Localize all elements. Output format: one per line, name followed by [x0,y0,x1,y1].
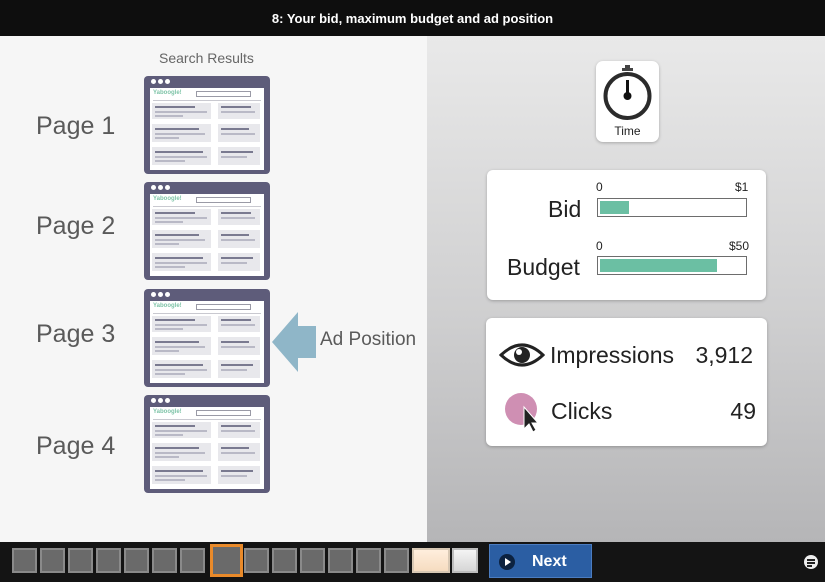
search-box [196,197,251,203]
navigation-bar: Next [0,542,825,582]
search-page-screen: Yaboogle! [150,194,264,276]
slide-thumbnail-15[interactable] [412,548,450,573]
slide-thumbnail-9[interactable] [244,548,269,573]
impressions-label: Impressions [550,342,674,368]
search-page-screen: Yaboogle! [150,301,264,383]
search-page-thumbnail: Yaboogle! [144,395,270,493]
bid-meter [597,198,747,217]
eye-icon [499,343,545,367]
arrow-right-icon [499,554,515,570]
search-box [196,410,251,416]
menu-button[interactable] [804,555,818,569]
search-results-label: Search Results [159,50,254,66]
window-dots-icon [151,185,170,191]
stopwatch-icon [603,65,652,120]
slide-thumbnail-10[interactable] [272,548,297,573]
budget-min-label: 0 [596,239,603,253]
impressions-value: 3,912 [695,342,753,368]
page-3-label: Page 3 [36,320,116,348]
budget-meter [597,256,747,275]
next-button[interactable]: Next [489,544,592,578]
budget-meter-fill [600,259,717,272]
slide-thumbnail-14[interactable] [384,548,409,573]
bid-meter-fill [600,201,629,214]
slide-thumbnail-16[interactable] [452,548,478,573]
timer-label: Time [614,124,641,138]
click-cursor-icon [505,393,540,433]
bid-max-label: $1 [735,180,749,194]
bid-min-label: 0 [596,180,603,194]
page-4-label: Page 4 [36,432,116,460]
clicks-label: Clicks [551,398,613,424]
brand-logo: Yaboogle! [153,90,182,96]
brand-logo: Yaboogle! [153,303,182,309]
brand-logo: Yaboogle! [153,409,182,415]
page-2-label: Page 2 [36,212,116,240]
bid-budget-card: Bid 0 $1 Budget 0 $50 [487,170,766,300]
search-box [196,91,251,97]
stats-card: Impressions 3,912 Clicks 49 [486,318,767,446]
slide-thumbnail-1[interactable] [12,548,37,573]
search-page-screen: Yaboogle! [150,407,264,489]
slide-title: 8: Your bid, maximum budget and ad posit… [271,10,554,26]
ad-position-label: Ad Position [320,329,417,350]
search-box [196,304,251,310]
slide-thumbnail-2[interactable] [40,548,65,573]
ad-position-arrow-icon [272,312,316,372]
page-1-label: Page 1 [36,112,116,140]
search-page-thumbnail: Yaboogle! [144,76,270,174]
slide-thumbnail-6[interactable] [152,548,177,573]
slide-thumbnail-8[interactable] [210,544,243,577]
clicks-value: 49 [730,398,756,424]
search-page-thumbnail: Yaboogle! [144,182,270,280]
slide-thumbnail-13[interactable] [356,548,381,573]
window-dots-icon [151,398,170,404]
timer-card: Time [596,61,659,142]
budget-label: Budget [507,254,580,280]
brand-logo: Yaboogle! [153,196,182,202]
next-button-label: Next [532,553,567,570]
search-page-screen: Yaboogle! [150,88,264,170]
budget-max-label: $50 [729,239,750,253]
slide-thumbnail-5[interactable] [124,548,149,573]
slide-thumbnail-11[interactable] [300,548,325,573]
slide-thumbnail-4[interactable] [96,548,121,573]
title-bar: 8: Your bid, maximum budget and ad posit… [0,0,825,36]
slide-thumbnail-7[interactable] [180,548,205,573]
window-dots-icon [151,79,170,85]
slide-thumbnail-12[interactable] [328,548,353,573]
window-dots-icon [151,292,170,298]
bid-label: Bid [548,196,582,222]
slide-thumbnail-3[interactable] [68,548,93,573]
search-page-thumbnail: Yaboogle! [144,289,270,387]
